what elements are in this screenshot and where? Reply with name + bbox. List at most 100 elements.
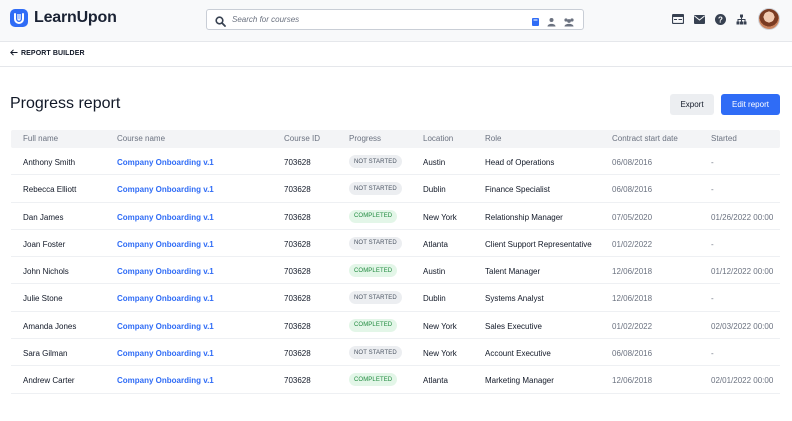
table-row[interactable]: Julie Stone Company Onboarding v.1 703628 N… [11, 284, 780, 312]
course-id-cell: 703628 [284, 267, 311, 277]
edit-report-button[interactable]: Edit report [721, 94, 780, 115]
progress-status-badge: COMPLETED [349, 373, 398, 387]
page-title: Progress report [10, 95, 121, 112]
table-body: Anthony Smith Company Onboarding v.1 70362… [11, 148, 780, 394]
table-row[interactable]: Andrew Carter Company Onboarding v.1 70362… [11, 366, 780, 394]
progress-status-badge: COMPLETED [349, 264, 398, 278]
location-cell: Austin [423, 267, 446, 277]
role-cell: Talent Manager [485, 267, 541, 277]
export-button[interactable]: Export [670, 94, 714, 115]
svg-text:?: ? [718, 15, 723, 24]
breadcrumb-bar: REPORT BUILDER [0, 42, 792, 67]
role-cell: Systems Analyst [485, 294, 544, 304]
started-cell: 02/01/2022 00:00 [711, 376, 774, 386]
search-input[interactable] [232, 11, 522, 28]
column-header-full-name[interactable]: Full name [23, 134, 58, 143]
course-name-link[interactable]: Company Onboarding v.1 [117, 158, 214, 167]
contract-start-date-cell: 12/06/2018 [612, 267, 653, 277]
help-icon[interactable]: ? [714, 13, 726, 25]
location-cell: Austin [423, 158, 446, 167]
column-header-contract-start-date[interactable]: Contract start date [612, 134, 678, 143]
brand-name: LearnUpon [34, 9, 117, 26]
started-cell: - [711, 294, 714, 304]
course-search-box[interactable] [206, 9, 584, 30]
org-chart-icon[interactable] [735, 13, 747, 25]
search-icon [215, 14, 226, 32]
role-cell: Client Support Representative [485, 239, 592, 249]
role-cell: Marketing Manager [485, 376, 554, 386]
full-name-cell: Joan Foster [23, 239, 66, 249]
location-cell: Atlanta [423, 376, 448, 386]
progress-report-table: Full name Course name Course ID Progress… [11, 130, 780, 394]
progress-status-badge: NOT STARTED [349, 155, 402, 168]
course-name-link[interactable]: Company Onboarding v.1 [117, 185, 214, 194]
started-cell: - [711, 185, 714, 195]
user-filter-icon[interactable] [547, 14, 556, 32]
started-cell: - [711, 158, 714, 167]
contract-start-date-cell: 06/08/2016 [612, 158, 653, 167]
course-id-cell: 703628 [284, 294, 311, 304]
course-id-cell: 703628 [284, 321, 311, 331]
progress-status-badge: NOT STARTED [349, 346, 402, 360]
course-filter-icon[interactable] [531, 14, 540, 32]
course-id-cell: 703628 [284, 349, 311, 359]
column-header-course-name[interactable]: Course name [117, 134, 165, 143]
catalog-icon[interactable] [672, 13, 684, 25]
arrow-left-icon [10, 49, 18, 58]
course-id-cell: 703628 [284, 239, 311, 249]
contract-start-date-cell: 06/08/2016 [612, 349, 653, 359]
role-cell: Sales Executive [485, 321, 542, 331]
mail-icon[interactable] [693, 13, 705, 25]
table-row[interactable]: Sara Gilman Company Onboarding v.1 703628 N… [11, 339, 780, 367]
course-name-link[interactable]: Company Onboarding v.1 [117, 267, 214, 276]
course-name-link[interactable]: Company Onboarding v.1 [117, 349, 214, 358]
location-cell: Atlanta [423, 239, 448, 249]
learnupon-logo[interactable]: LearnUpon [10, 9, 117, 27]
full-name-cell: Andrew Carter [23, 376, 75, 386]
contract-start-date-cell: 01/02/2022 [612, 321, 653, 331]
full-name-cell: Sara Gilman [23, 349, 68, 359]
column-header-started[interactable]: Started [711, 134, 737, 143]
column-header-role[interactable]: Role [485, 134, 501, 143]
progress-status-badge: NOT STARTED [349, 291, 402, 305]
role-cell: Account Executive [485, 349, 551, 359]
column-header-progress[interactable]: Progress [349, 134, 381, 143]
course-id-cell: 703628 [284, 376, 311, 386]
group-filter-icon[interactable] [563, 14, 575, 32]
course-name-link[interactable]: Company Onboarding v.1 [117, 322, 214, 331]
location-cell: New York [423, 321, 457, 331]
started-cell: 01/12/2022 00:00 [711, 267, 774, 277]
course-id-cell: 703628 [284, 185, 311, 195]
column-header-course-id[interactable]: Course ID [284, 134, 320, 143]
top-navigation-bar: LearnUpon ? [0, 0, 792, 42]
full-name-cell: Julie Stone [23, 294, 63, 304]
started-cell: 01/26/2022 00:00 [711, 212, 774, 222]
course-name-link[interactable]: Company Onboarding v.1 [117, 376, 214, 385]
breadcrumb-label: REPORT BUILDER [21, 50, 85, 57]
course-name-link[interactable]: Company Onboarding v.1 [117, 294, 214, 303]
progress-status-badge: COMPLETED [349, 318, 398, 332]
course-id-cell: 703628 [284, 158, 311, 167]
location-cell: New York [423, 349, 457, 359]
course-name-link[interactable]: Company Onboarding v.1 [117, 213, 214, 222]
table-row[interactable]: Anthony Smith Company Onboarding v.1 70362… [11, 148, 780, 176]
full-name-cell: John Nichols [23, 267, 69, 277]
table-row[interactable]: Joan Foster Company Onboarding v.1 703628 N… [11, 230, 780, 258]
contract-start-date-cell: 07/05/2020 [612, 212, 653, 222]
contract-start-date-cell: 06/08/2016 [612, 185, 653, 195]
course-id-cell: 703628 [284, 212, 311, 222]
header-actions: ? [672, 8, 780, 30]
started-cell: - [711, 349, 714, 359]
table-header: Full name Course name Course ID Progress… [11, 130, 780, 148]
table-row[interactable]: Rebecca Elliott Company Onboarding v.1 703… [11, 175, 780, 203]
table-row[interactable]: Dan James Company Onboarding v.1 703628 COM… [11, 203, 780, 230]
table-row[interactable]: Amanda Jones Company Onboarding v.1 703628… [11, 312, 780, 340]
started-cell: 02/03/2022 00:00 [711, 321, 774, 331]
progress-status-badge: NOT STARTED [349, 182, 402, 196]
table-row[interactable]: John Nichols Company Onboarding v.1 703628… [11, 257, 780, 285]
user-avatar[interactable] [758, 8, 780, 30]
column-header-location[interactable]: Location [423, 134, 453, 143]
course-name-link[interactable]: Company Onboarding v.1 [117, 240, 214, 249]
back-to-report-builder-link[interactable]: REPORT BUILDER [10, 49, 85, 58]
location-cell: Dublin [423, 185, 446, 195]
